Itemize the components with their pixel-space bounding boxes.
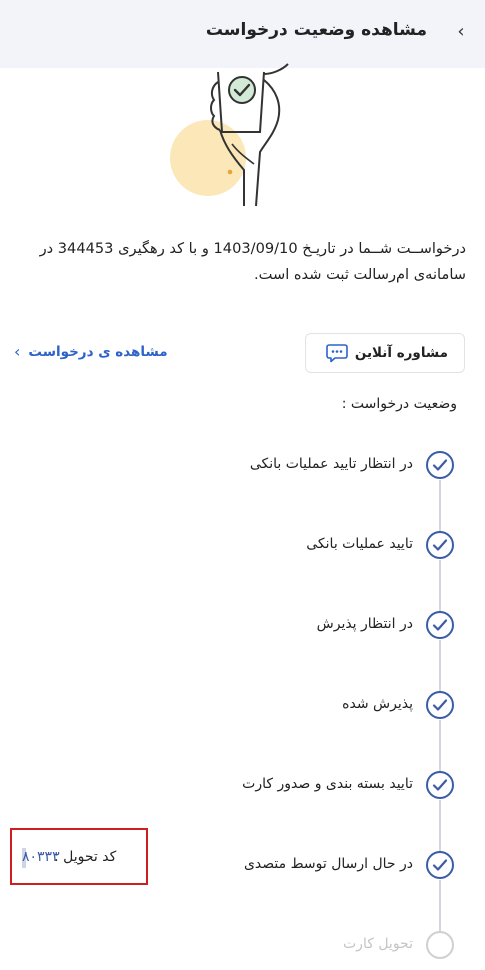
view-request-link[interactable]: ‹ مشاهده ی درخواست [14, 342, 168, 362]
check-circle-icon [426, 451, 454, 479]
check-circle-icon [426, 531, 454, 559]
step-label: تایید بسته بندی و صدور کارت [242, 776, 413, 792]
delivery-code-label: کد تحویل : [54, 849, 117, 865]
hand-holding-phone-illustration [170, 63, 289, 207]
step-label: تایید عملیات بانکی [306, 536, 413, 552]
view-request-label: مشاهده ی درخواست [28, 344, 168, 360]
step-label: در انتظار تایید عملیات بانکی [249, 456, 413, 472]
status-heading: وضعیت درخواست : [341, 396, 457, 412]
step-label: در حال ارسال توسط متصدی [243, 856, 413, 872]
chat-bubble-icon [326, 344, 348, 363]
delivery-code-value[interactable]: ۸۰۳۳۳ [22, 849, 60, 865]
check-circle-icon [426, 691, 454, 719]
online-consult-button[interactable]: مشاوره آنلاین [305, 333, 465, 373]
step-label: پذیرش شده [342, 696, 413, 712]
check-circle-icon [426, 851, 454, 879]
step-label: تحویل کارت [343, 936, 413, 952]
back-chevron-icon[interactable]: ‹ [451, 22, 471, 42]
delivery-code-box: کد تحویل : ۸۰۳۳۳ [10, 828, 148, 885]
chevron-left-icon: ‹ [14, 342, 21, 361]
request-description: درخواســت شــما در تاریـخ 1403/09/10 و ب… [39, 240, 466, 283]
empty-circle-icon [426, 931, 454, 959]
check-circle-icon [426, 771, 454, 799]
app-header: ‹ مشاهده وضعیت درخواست [0, 0, 485, 68]
check-circle-icon [426, 611, 454, 639]
step-label: در انتظار پذیرش [316, 616, 413, 632]
page-title: مشاهده وضعیت درخواست [205, 20, 427, 40]
online-consult-label: مشاوره آنلاین [354, 345, 448, 361]
